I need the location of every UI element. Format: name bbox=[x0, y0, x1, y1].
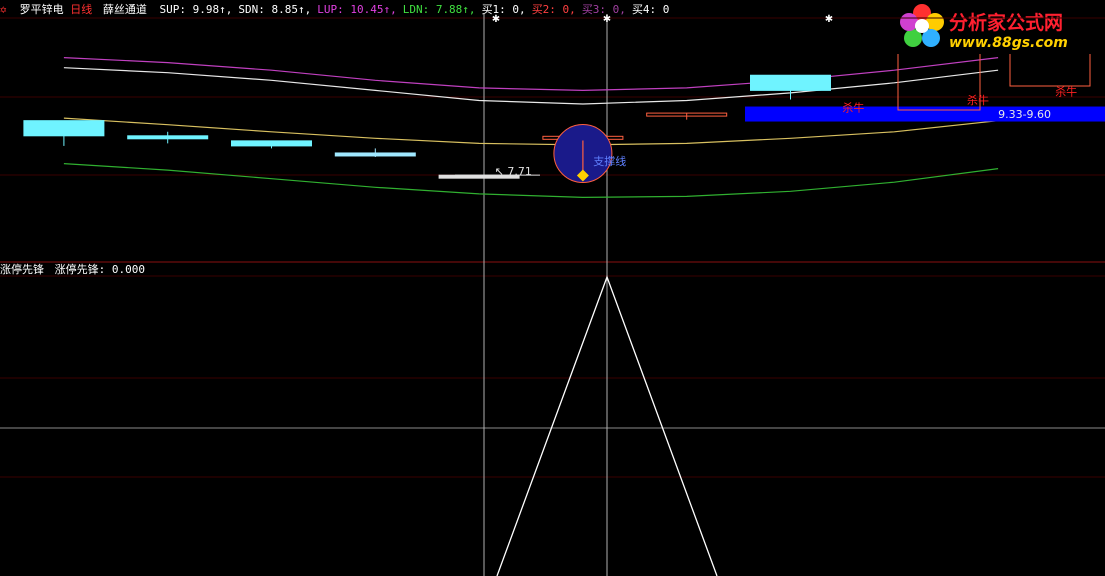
series-line-lup bbox=[63, 57, 999, 92]
candle-body bbox=[750, 74, 831, 91]
star-marker-icon: ✱ bbox=[825, 14, 833, 25]
star-marker-icon: ✱ bbox=[603, 14, 611, 25]
annotation-label: 支撑线 bbox=[593, 154, 626, 168]
chart-canvas[interactable]: ✱ ✱ ✱↖ 7.71支撑线杀牛杀牛杀牛9.33-9.60 bbox=[0, 0, 1105, 576]
subpanel-value: 涨停先锋: 0.000 bbox=[54, 263, 145, 276]
candle-body bbox=[231, 140, 312, 147]
annotation-label: 杀牛 bbox=[842, 101, 864, 115]
series-line-sdn bbox=[63, 117, 999, 146]
candle-body bbox=[23, 120, 105, 137]
bracket-mark bbox=[1009, 54, 1091, 87]
candle-body bbox=[127, 135, 209, 140]
candle-body bbox=[334, 152, 416, 157]
annotation-label: 杀牛 bbox=[967, 93, 989, 107]
star-marker-icon: ✱ bbox=[492, 14, 500, 25]
annotation-label: 9.33-9.60 bbox=[998, 108, 1051, 121]
annotation-label: 杀牛 bbox=[1055, 84, 1077, 98]
subpanel-header: 涨停先锋 涨停先锋: 0.000 bbox=[0, 262, 145, 278]
subpanel-label: 涨停先锋 bbox=[0, 263, 44, 276]
annotation-label: ↖ 7.71 bbox=[495, 165, 532, 178]
